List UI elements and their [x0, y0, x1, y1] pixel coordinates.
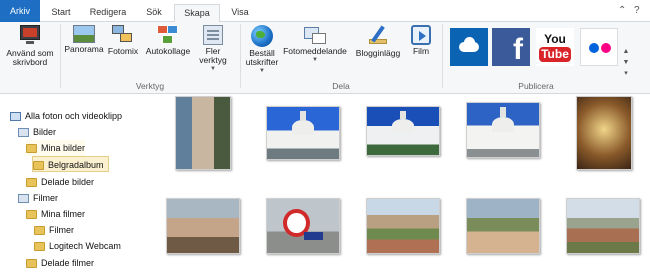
tab-redigera[interactable]: Redigera [82, 4, 134, 22]
minimize-ribbon-icon[interactable]: ⌃ [618, 5, 626, 16]
tree-item-all-photos[interactable]: Alla foton och videoklipp [10, 108, 122, 124]
folder-icon [26, 259, 37, 268]
order-prints-button[interactable]: Beställ utskrifter ▼ [244, 25, 280, 76]
photo-grid [140, 94, 650, 272]
help-icon[interactable]: ? [634, 5, 640, 16]
panorama-label: Panorama [64, 44, 104, 54]
facebook-icon[interactable]: f [492, 28, 530, 66]
photo-thumbnail[interactable] [366, 198, 440, 254]
more-tools-button[interactable]: Fler verktyg ▼ [194, 25, 232, 74]
folder-icon [33, 161, 44, 170]
set-as-desktop-label: Använd som skrivbord [6, 48, 54, 67]
tree-item-filmer[interactable]: Filmer [18, 190, 58, 206]
folder-icon [26, 210, 37, 219]
photo-email-icon [304, 25, 326, 45]
tab-visa[interactable]: Visa [222, 4, 258, 22]
blog-post-icon [367, 25, 389, 47]
photo-email-label: Fotomeddelande [283, 46, 347, 56]
photo-thumbnail[interactable] [576, 96, 632, 170]
ribbon: Använd som skrivbord Panorama Fotomix Au… [0, 22, 650, 94]
tree-item-label: Filmer [33, 193, 58, 203]
chevron-down-icon: ▼ [210, 66, 216, 72]
youtube-icon[interactable]: You Tube [536, 28, 574, 66]
navigation-tree: Alla foton och videoklipp Bilder Mina bi… [0, 94, 140, 272]
ribbon-separator [442, 24, 443, 88]
tree-item-delade-bilder[interactable]: Delade bilder [26, 174, 94, 190]
photo-thumbnail[interactable] [566, 198, 640, 254]
chevron-down-icon: ▼ [259, 68, 265, 74]
photo-thumbnail[interactable] [466, 198, 540, 254]
tree-item-mina-bilder[interactable]: Mina bilder [26, 140, 86, 156]
autocollage-label: Autokollage [145, 46, 191, 56]
folder-icon [26, 144, 37, 153]
order-prints-icon [251, 25, 273, 47]
more-tools-icon [203, 25, 223, 45]
photo-email-button[interactable]: Fotomeddelande ▼ [282, 25, 348, 65]
tree-item-label: Filmer [49, 225, 74, 235]
pictures-library-icon [18, 128, 29, 137]
order-prints-label: Beställ utskrifter [245, 48, 279, 67]
youtube-tube-text: Tube [539, 47, 571, 62]
tree-item-label: Delade bilder [41, 177, 95, 187]
tab-start[interactable]: Start [42, 4, 80, 22]
tree-item-label: Mina bilder [41, 143, 86, 153]
desktop-icon [17, 25, 43, 47]
videos-library-icon [18, 194, 29, 203]
tree-item-bilder[interactable]: Bilder [18, 124, 56, 140]
fotomix-label: Fotomix [107, 46, 139, 56]
fotomix-button[interactable]: Fotomix [104, 25, 142, 56]
group-label-publicera: Publicera [518, 81, 554, 91]
movie-label: Film [412, 46, 430, 56]
group-label-dela: Dela [332, 81, 350, 91]
photo-thumbnail[interactable] [166, 198, 240, 254]
flickr-icon[interactable] [580, 28, 618, 66]
panorama-button[interactable]: Panorama [62, 25, 106, 54]
tab-arkiv[interactable]: Arkiv [0, 0, 40, 22]
tree-item-label: Delade filmer [41, 258, 95, 268]
ribbon-separator [60, 24, 61, 88]
folder-icon [26, 178, 37, 187]
ribbon-tab-bar: Arkiv Start Redigera Sök Skapa Visa ⌃ ? [0, 0, 650, 23]
youtube-you-text: You [544, 32, 566, 46]
panorama-icon [73, 25, 95, 43]
blog-post-label: Blogginlägg [355, 48, 401, 58]
tree-item-label: Logitech Webcam [49, 241, 121, 251]
tree-item-label: Bilder [33, 127, 57, 137]
tree-item-mina-filmer[interactable]: Mina filmer [26, 206, 85, 222]
photo-thumbnail[interactable] [266, 106, 340, 160]
autocollage-button[interactable]: Autokollage [142, 25, 194, 56]
tree-item-belgradalbum[interactable]: Belgradalbum [32, 156, 109, 172]
photo-thumbnail[interactable] [266, 198, 340, 254]
movie-icon [411, 25, 431, 45]
autocollage-icon [157, 25, 179, 45]
tree-item-delade-filmer[interactable]: Delade filmer [26, 255, 94, 271]
ribbon-separator [240, 24, 241, 88]
tree-item-filmer-sub[interactable]: Filmer [34, 222, 74, 238]
set-as-desktop-button[interactable]: Använd som skrivbord [4, 25, 56, 67]
tab-sok[interactable]: Sök [136, 4, 172, 22]
more-tools-label: Fler verktyg [199, 46, 227, 65]
blog-post-button[interactable]: Blogginlägg [350, 25, 406, 58]
library-icon [10, 112, 21, 121]
folder-icon [34, 226, 45, 235]
tab-skapa[interactable]: Skapa [174, 4, 220, 23]
onedrive-icon[interactable] [450, 28, 488, 66]
photo-thumbnail[interactable] [175, 96, 231, 170]
folder-icon [34, 242, 45, 251]
movie-button[interactable]: Film [406, 25, 436, 56]
group-label-verktyg: Verktyg [135, 81, 165, 91]
tree-item-logitech-webcam[interactable]: Logitech Webcam [34, 238, 121, 254]
fotomix-icon [112, 25, 134, 45]
tree-item-label: Belgradalbum [48, 160, 104, 170]
photo-thumbnail[interactable] [466, 102, 540, 158]
chevron-down-icon: ▼ [312, 57, 318, 63]
photo-thumbnail[interactable] [366, 106, 440, 156]
tree-item-label: Alla foton och videoklipp [25, 111, 123, 121]
tree-item-label: Mina filmer [41, 209, 86, 219]
